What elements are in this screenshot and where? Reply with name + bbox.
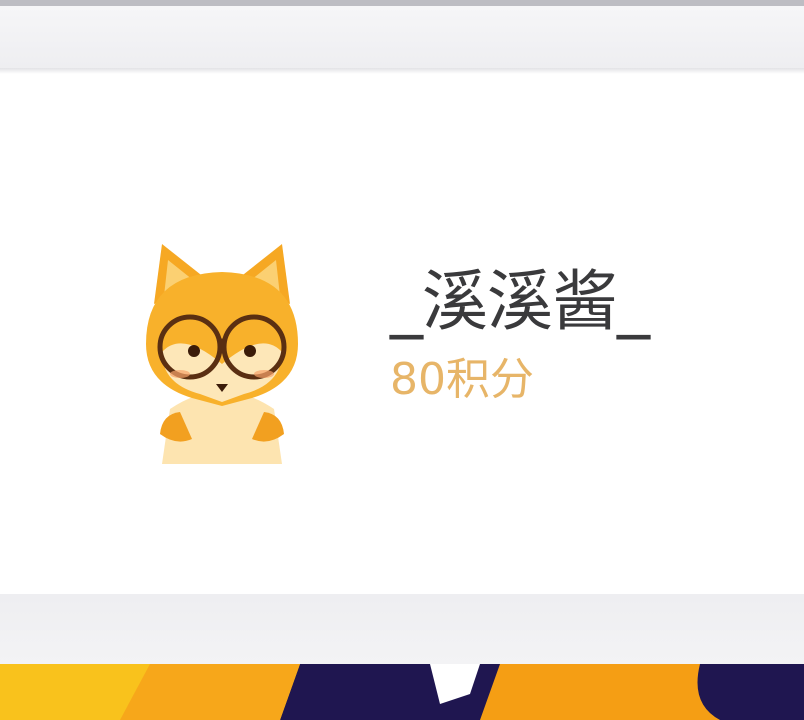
promo-banner[interactable]	[0, 664, 804, 720]
username-label[interactable]: _溪溪酱_	[390, 266, 650, 338]
fox-with-glasses-icon	[146, 244, 298, 464]
top-bar	[0, 6, 804, 68]
app-screen: _溪溪酱_ 80积分	[0, 0, 804, 720]
user-profile-card[interactable]: _溪溪酱_ 80积分	[0, 74, 804, 594]
banner-artwork	[0, 664, 804, 720]
section-divider	[0, 594, 804, 664]
points-label[interactable]: 80积分	[390, 354, 534, 406]
user-avatar[interactable]	[132, 234, 312, 464]
